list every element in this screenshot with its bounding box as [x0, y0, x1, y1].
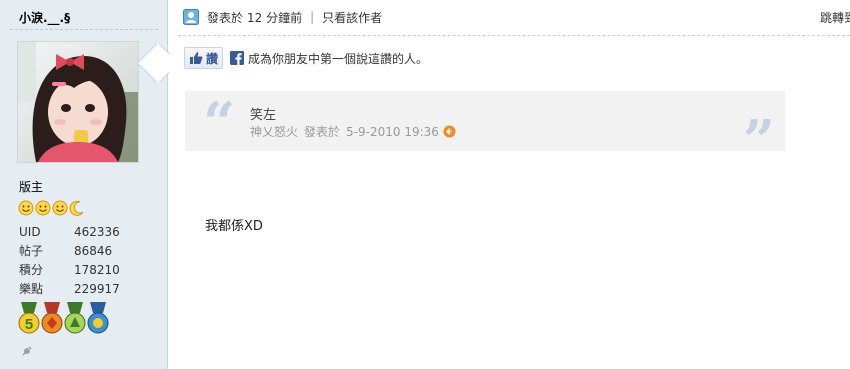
satellite-icon[interactable] [21, 345, 33, 357]
quote-posted-prefix: 發表於 [304, 125, 341, 139]
stat-value: 229917 [74, 282, 120, 296]
stat-value[interactable]: 462336 [74, 223, 120, 242]
rank-stars [18, 200, 85, 216]
facebook-like-button[interactable]: 讚 [184, 47, 224, 69]
smiley-icon [52, 200, 68, 216]
author-stats: UID 462336 帖子 86846 積分 178210 樂點 229917 [19, 223, 139, 299]
medal-2-icon[interactable] [87, 301, 109, 337]
sidebar-divider [10, 29, 158, 30]
user-online-icon [183, 9, 199, 25]
author-username[interactable]: 小淚.__.§ [19, 9, 70, 26]
facebook-like-row: 讚 成為你朋友中第一個說這讚的人。 [184, 47, 428, 69]
quote-block: “ 笑左 神乂怒火 發表於 5-9-2010 19:36 ” [185, 90, 785, 169]
stat-row-credits: 積分 178210 [19, 261, 139, 280]
thumbs-up-icon [190, 52, 203, 64]
header-separator: | [310, 10, 315, 24]
posted-time: 12 分鐘前 [247, 10, 303, 25]
author-only-link[interactable]: 只看該作者 [322, 9, 382, 26]
author-rank: 版主 [19, 180, 44, 194]
stat-value[interactable]: 86846 [74, 242, 112, 261]
svg-text:5: 5 [25, 316, 33, 333]
like-status-text: 成為你朋友中第一個說這讚的人。 [248, 51, 429, 66]
avatar-pointer [137, 44, 169, 82]
facebook-icon [230, 51, 245, 65]
avatar-image [18, 42, 138, 162]
stat-row-uid: UID 462336 [19, 223, 139, 242]
stat-label: 樂點 [19, 282, 44, 296]
stat-label: 積分 [19, 263, 44, 277]
moon-icon [69, 200, 84, 216]
smiley-icon [35, 200, 51, 216]
medal-5-icon[interactable]: 5 [18, 301, 40, 337]
stat-value[interactable]: 178210 [74, 261, 120, 280]
smiley-icon [18, 200, 34, 216]
post-header: 發表於 12 分鐘前 | 只看該作者 [183, 6, 382, 28]
close-quote-icon: ” [742, 108, 775, 174]
quote-date: 5-9-2010 19:36 [346, 124, 439, 139]
avatar[interactable] [17, 41, 139, 163]
quote-meta: 神乂怒火 發表於 5-9-2010 19:36 [250, 123, 456, 140]
jump-to-quoted-post-icon[interactable] [443, 125, 456, 138]
stat-label: UID [19, 225, 41, 239]
author-sidebar: 小淚.__.§ 版主 UID 462336 帖子 86846 積分 178210… [0, 0, 168, 369]
posted-prefix: 發表於 [207, 10, 244, 25]
quote-text: 笑左 [250, 108, 277, 123]
medal-3-icon[interactable] [64, 301, 86, 337]
stat-row-points: 樂點 229917 [19, 280, 139, 299]
medals: 5 [18, 301, 109, 337]
stat-label: 帖子 [19, 244, 44, 258]
stat-row-posts: 帖子 86846 [19, 242, 139, 261]
forum-post: 小淚.__.§ 版主 UID 462336 帖子 86846 積分 178210… [0, 0, 850, 369]
post-body: 我都係XD [205, 219, 263, 234]
header-divider [178, 35, 850, 36]
like-button-label: 讚 [206, 51, 219, 66]
quote-author: 神乂怒火 [250, 125, 299, 139]
jump-to-floor-link[interactable]: 跳轉到 [820, 9, 850, 26]
medal-4-icon[interactable] [41, 301, 63, 337]
open-quote-icon: “ [203, 90, 236, 156]
